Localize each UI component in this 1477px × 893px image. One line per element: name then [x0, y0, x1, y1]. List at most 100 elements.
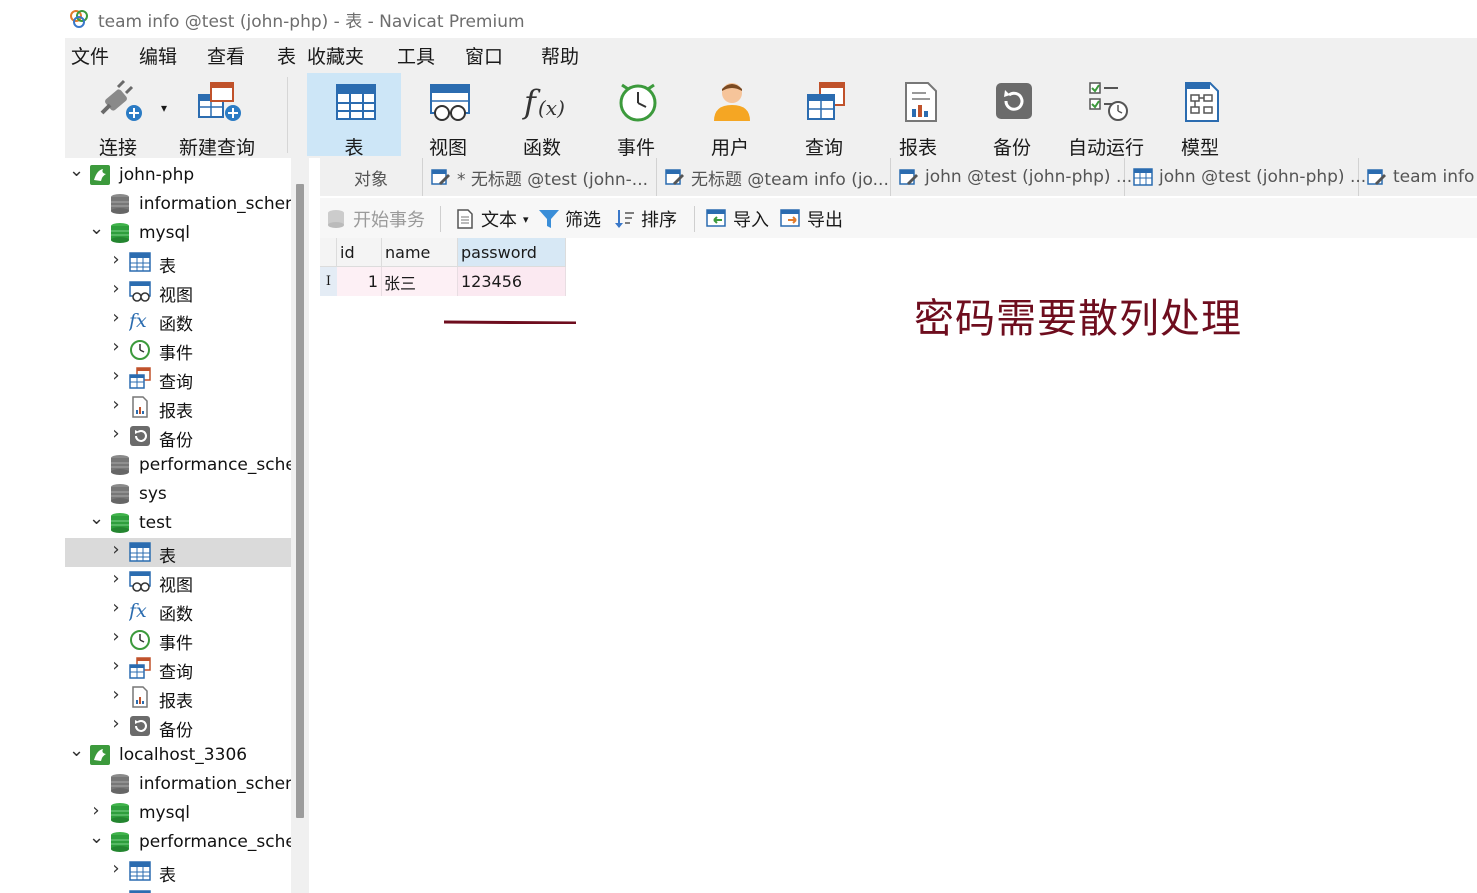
tab-untitled-query-test[interactable]: * 无标题 @test (john-... [423, 158, 657, 196]
chevron-right-icon[interactable]: › [109, 628, 123, 646]
chevron-right-icon[interactable]: › [109, 425, 123, 443]
view-button[interactable]: 视图 [411, 73, 485, 159]
menu-table[interactable]: 表 [277, 42, 296, 69]
text-dropdown-icon[interactable]: ▾ [523, 213, 529, 226]
tree-item-performance-scher[interactable]: ⌄ performance_scher [65, 828, 291, 857]
tree-item-备份[interactable]: › 备份 [65, 712, 291, 742]
cell-id[interactable]: 1 [337, 267, 382, 296]
user-button[interactable]: 用户 [693, 73, 767, 159]
tree-item-localhost-3306[interactable]: ⌄ localhost_3306 [65, 741, 291, 770]
tree-item-事件[interactable]: › 事件 [65, 625, 291, 655]
tab-objects[interactable]: 对象 [320, 158, 423, 196]
autorun-button[interactable]: 自动运行 [1065, 73, 1147, 159]
menu-help[interactable]: 帮助 [541, 42, 579, 69]
chevron-right-icon[interactable]: › [109, 251, 123, 269]
export-button[interactable]: 导出 [780, 206, 843, 232]
chevron-down-icon[interactable]: ⌄ [69, 742, 84, 760]
chevron-right-icon[interactable]: › [109, 367, 123, 385]
event-icon [129, 338, 151, 360]
report-button[interactable]: 报表 [881, 73, 955, 159]
chevron-right-icon[interactable]: › [109, 396, 123, 414]
function-button[interactable]: f (x) 函数 [505, 73, 579, 159]
tree-item-备份[interactable]: › 备份 [65, 422, 291, 452]
sidebar-scroll-thumb[interactable] [296, 184, 304, 818]
column-header-id[interactable]: id [337, 238, 382, 267]
tree-item-information-schem[interactable]: information_schem [65, 770, 291, 799]
tab-team-info[interactable]: team info @ [1359, 158, 1477, 196]
tree-item-表[interactable]: › 表 [65, 538, 291, 567]
tree-item-报表[interactable]: › 报表 [65, 683, 291, 713]
chevron-right-icon[interactable]: › [89, 802, 103, 820]
tree-item-test[interactable]: ⌄ test [65, 509, 291, 538]
column-header-name[interactable]: name [382, 238, 458, 267]
tree-item-报表[interactable]: › 报表 [65, 393, 291, 423]
menu-file[interactable]: 文件 [71, 42, 109, 69]
tab-john-test-table[interactable]: john @test (john-php) ... [1125, 158, 1366, 196]
chevron-right-icon[interactable]: › [109, 860, 123, 878]
chevron-down-icon[interactable]: ⌄ [89, 220, 104, 238]
tree-item-mysql[interactable]: ⌄ mysql [65, 219, 291, 248]
tree-item-表[interactable]: › 表 [65, 857, 291, 887]
database-open-icon [109, 512, 131, 534]
event-button[interactable]: 事件 [599, 73, 673, 159]
chevron-down-icon[interactable]: ⌄ [89, 829, 104, 847]
text-view-button[interactable]: 文本 ▾ [454, 206, 529, 232]
chevron-right-icon[interactable]: › [109, 280, 123, 298]
svg-text:fx: fx [129, 310, 147, 331]
tree-item-查询[interactable]: › 查询 [65, 654, 291, 684]
connect-dropdown-icon[interactable]: ▾ [161, 101, 167, 115]
tree-item-performance-scher[interactable]: performance_scher [65, 451, 291, 480]
menu-tools[interactable]: 工具 [397, 42, 435, 69]
table-button[interactable]: 表 [307, 73, 401, 159]
tree-item-label: 视图 [159, 286, 193, 306]
query-button[interactable]: 查询 [787, 73, 861, 159]
tree-item-查询[interactable]: › 查询 [65, 364, 291, 394]
menu-favorites[interactable]: 收藏夹 [307, 42, 364, 69]
chevron-down-icon[interactable]: ⌄ [69, 162, 84, 180]
transaction-icon [326, 208, 348, 230]
begin-transaction-button[interactable]: 开始事务 [326, 206, 425, 232]
cell-name[interactable]: 张三 [382, 267, 458, 296]
chevron-right-icon[interactable]: › [109, 338, 123, 356]
tree-item-mysql[interactable]: › mysql [65, 799, 291, 828]
row-marker[interactable]: I [320, 267, 337, 296]
tree-item-john-php[interactable]: ⌄ john-php [65, 161, 291, 190]
chevron-right-icon[interactable]: › [109, 657, 123, 675]
column-header-password[interactable]: password [458, 238, 566, 267]
chevron-right-icon[interactable]: › [109, 570, 123, 588]
tree-item-表[interactable]: › 表 [65, 248, 291, 278]
menu-edit[interactable]: 编辑 [139, 42, 177, 69]
tab-untitled-team-info[interactable]: 无标题 @team info (jo... [657, 158, 891, 196]
tree-item-事件[interactable]: › 事件 [65, 335, 291, 365]
tree-item-视图[interactable]: ›视图 [65, 886, 291, 893]
tree-item-sys[interactable]: sys [65, 480, 291, 509]
backup-button[interactable]: 备份 [975, 73, 1049, 159]
chevron-right-icon[interactable]: › [109, 541, 123, 559]
query-edit-icon [431, 167, 451, 187]
tree-item-函数[interactable]: › fx 函数 [65, 306, 291, 336]
tab-john-test-design[interactable]: john @test (john-php) ... [891, 158, 1132, 196]
model-button[interactable]: 模型 [1163, 73, 1237, 159]
import-button[interactable]: 导入 [706, 206, 769, 232]
tree-item-视图[interactable]: ›视图 [65, 567, 291, 597]
tree-item-label: john-php [119, 165, 195, 185]
annotation-text: 密码需要散列处理 [914, 296, 1242, 342]
tree-item-函数[interactable]: › fx 函数 [65, 596, 291, 626]
chevron-down-icon[interactable]: ⌄ [89, 510, 104, 528]
menu-view[interactable]: 查看 [207, 42, 245, 69]
filter-button[interactable]: 筛选 [538, 206, 601, 232]
tree-item-视图[interactable]: › 视图 [65, 277, 291, 307]
chevron-right-icon[interactable]: › [109, 309, 123, 327]
cell-password[interactable]: 123456 [458, 267, 566, 296]
tree-item-label: 事件 [159, 634, 193, 654]
connect-button[interactable]: 连接 [87, 73, 149, 159]
new-query-button[interactable]: 新建查询 [177, 73, 257, 159]
data-toolbar: 开始事务 文本 ▾ 筛选 排序 导入 导出 [320, 198, 1477, 238]
chevron-right-icon[interactable]: › [109, 599, 123, 617]
tree-item-information-schem[interactable]: information_schem [65, 190, 291, 219]
chevron-right-icon[interactable]: › [109, 715, 123, 733]
sort-button[interactable]: 排序 [614, 206, 677, 232]
chevron-right-icon[interactable]: › [109, 686, 123, 704]
menu-window[interactable]: 窗口 [465, 42, 503, 69]
sidebar-scrollbar[interactable] [291, 158, 309, 893]
